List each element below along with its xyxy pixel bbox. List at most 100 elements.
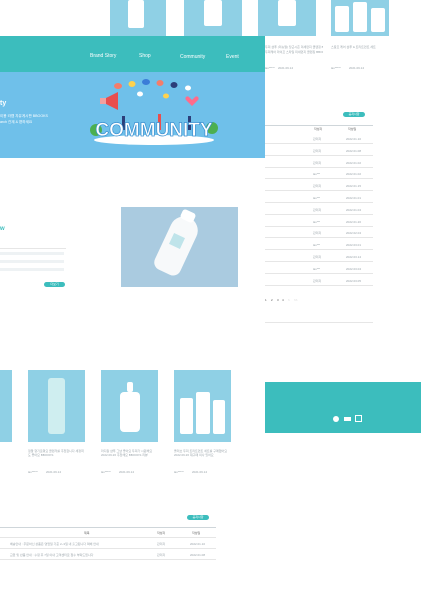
top-product-date-2: 2021.09.14 bbox=[349, 66, 365, 70]
notice-row-date: 2022.01.15 bbox=[346, 184, 362, 189]
notice-more-button[interactable]: 공지사항 bbox=[343, 112, 365, 117]
table-top-line bbox=[0, 527, 216, 528]
footer-block bbox=[265, 382, 421, 433]
top-product-author-1: lav***** bbox=[265, 66, 275, 70]
notice-row-divider bbox=[265, 237, 373, 239]
bottom-row-date-1: 2022.01.10 bbox=[190, 542, 206, 546]
divider bbox=[0, 548, 216, 549]
chat-bubble-icon bbox=[185, 85, 191, 91]
chat-bubble-icon bbox=[163, 93, 169, 99]
pagination-1[interactable]: 1 bbox=[265, 298, 267, 302]
nav-community[interactable]: Community bbox=[180, 54, 205, 60]
notice-row-date: 2022.01.02 bbox=[346, 172, 362, 177]
review-line bbox=[0, 260, 64, 263]
notice-row-author: lav*** bbox=[313, 219, 321, 224]
hero-side-title: ty bbox=[0, 100, 7, 107]
notice-row-divider bbox=[265, 213, 373, 215]
sns-icon[interactable] bbox=[344, 417, 351, 421]
nav-event[interactable]: Event bbox=[226, 54, 239, 60]
top-product-image-2[interactable] bbox=[184, 0, 242, 36]
product-image-2[interactable] bbox=[101, 370, 158, 442]
review-line bbox=[0, 252, 64, 255]
product-date-2: 2021.09.14 bbox=[119, 470, 135, 474]
header-date: 작성일 bbox=[348, 127, 357, 131]
heart-icon bbox=[185, 96, 199, 106]
chat-bubble-icon bbox=[137, 91, 143, 97]
top-product-caption-3: 스칼프 케어 샴푸 & 트리트먼트 세트 bbox=[331, 45, 376, 49]
bottom-more-button[interactable]: 공지사항 bbox=[187, 515, 209, 520]
notice-row-author: lav*** bbox=[313, 266, 321, 271]
bottle-shape bbox=[213, 400, 225, 434]
hero-side-desc-1: 이용 라뗌 자유게시판 BBOOKS bbox=[0, 114, 48, 118]
divider bbox=[0, 559, 216, 560]
product-caption-1: 정말 향기로워요 클렌저를 추천합니다 세정력도 좋아요 BBOOKS bbox=[28, 449, 84, 457]
product-image-0[interactable] bbox=[0, 370, 12, 442]
sns-icon[interactable] bbox=[355, 415, 362, 422]
notice-row-author: lav*** bbox=[313, 172, 321, 177]
notice-row-divider bbox=[265, 225, 373, 227]
notice-row-author: 관리자 bbox=[313, 255, 322, 259]
pagination-2[interactable]: 2 bbox=[271, 298, 273, 302]
notice-row-divider bbox=[265, 249, 373, 251]
notice-row-date: 2022.01.08 bbox=[346, 148, 362, 153]
bottle-shape bbox=[120, 392, 140, 432]
bottle-shape bbox=[128, 0, 144, 28]
product-caption-3: 올리브 두피 트리트먼트 세트를 구매했어요 2022.09.26 재구매 의사… bbox=[174, 449, 228, 457]
review-more-button[interactable]: 더보기 bbox=[44, 282, 65, 287]
notice-row-author: 관리자 bbox=[313, 148, 322, 153]
featured-product-photo[interactable] bbox=[121, 207, 238, 287]
product-author-1: lav***** bbox=[28, 470, 38, 474]
header-author: 작성자 bbox=[157, 531, 166, 535]
pagination-3[interactable]: 3 bbox=[277, 298, 279, 302]
bottle-shape bbox=[204, 0, 222, 26]
megaphone-icon bbox=[100, 98, 106, 104]
product-caption-2: 라디칼 샴푸 그냥 좋아요 두피가 시원해요 2022.09.26 추천해요 B… bbox=[101, 449, 153, 457]
notice-row-date: 2022.01.02 bbox=[346, 160, 362, 165]
nav-brand-story[interactable]: Brand Story bbox=[90, 53, 116, 59]
notice-row-author: 관리자 bbox=[313, 137, 322, 141]
bottom-row-author-1: 관리자 bbox=[157, 542, 166, 546]
notice-row-author: 관리자 bbox=[313, 184, 322, 189]
bottle-shape bbox=[278, 0, 296, 26]
pagination-4[interactable]: 4 bbox=[282, 298, 284, 302]
top-product-image-3[interactable] bbox=[258, 0, 316, 36]
bottle-shape bbox=[335, 6, 349, 32]
notice-row-date: 2022.03.04 bbox=[346, 266, 362, 271]
notice-row-author: 관리자 bbox=[313, 160, 322, 165]
header-date: 작성일 bbox=[192, 531, 201, 535]
bottom-row-title-1[interactable]: 배송안내 : 주문하신 상품은 영업일 기준 2~3일 내 출고됩니다 택배 안… bbox=[10, 542, 140, 546]
product-image-3[interactable] bbox=[174, 370, 231, 442]
notice-row-date: 2022.01.01 bbox=[346, 196, 362, 200]
nav-shop[interactable]: Shop bbox=[139, 53, 151, 59]
bottom-row-title-2[interactable]: 교환 및 반품 안내 : 수령 후 7일 이내 고객센터로 접수 부탁드립니다 bbox=[10, 553, 140, 557]
notice-row-divider bbox=[265, 190, 373, 192]
notice-row-date: 2022.03.01 bbox=[346, 243, 362, 248]
notice-row-divider bbox=[265, 202, 373, 203]
top-product-caption-1: 두피 샴푸 (리뉴얼) 당근시즌 미세먼지 클렌징 BBOOKS bbox=[265, 45, 323, 49]
notice-row-divider bbox=[265, 166, 373, 168]
header-author: 작성자 bbox=[314, 127, 323, 131]
header-title: 제목 bbox=[84, 531, 90, 535]
notice-row-author: lav*** bbox=[313, 243, 321, 248]
pump-shape bbox=[127, 382, 133, 392]
notice-row-divider bbox=[265, 284, 373, 286]
notice-row-author: 관리자 bbox=[313, 278, 322, 283]
pagination-next[interactable]: > bbox=[288, 298, 290, 302]
notice-row-date: 2022.01.04 bbox=[346, 207, 362, 212]
product-image-1[interactable] bbox=[28, 370, 85, 442]
hero-side-desc-2: arch 관계 & 편하세요 bbox=[0, 120, 33, 124]
table-top-line bbox=[265, 125, 373, 126]
notice-row-divider bbox=[265, 272, 373, 274]
notice-row-divider bbox=[265, 261, 373, 262]
notice-row-divider bbox=[265, 143, 373, 144]
chat-bubble-icon bbox=[156, 80, 164, 86]
pagination-last[interactable]: >> bbox=[294, 298, 298, 302]
top-product-author-2: lav***** bbox=[331, 66, 341, 70]
divider bbox=[0, 537, 216, 538]
top-product-image-4[interactable] bbox=[331, 0, 389, 36]
bottle-shape bbox=[353, 2, 367, 32]
sns-icon[interactable] bbox=[333, 416, 339, 422]
top-product-date-1: 2021.09.14 bbox=[278, 66, 294, 70]
top-product-image-1[interactable] bbox=[110, 0, 166, 36]
chat-bubble-icon bbox=[170, 82, 178, 88]
